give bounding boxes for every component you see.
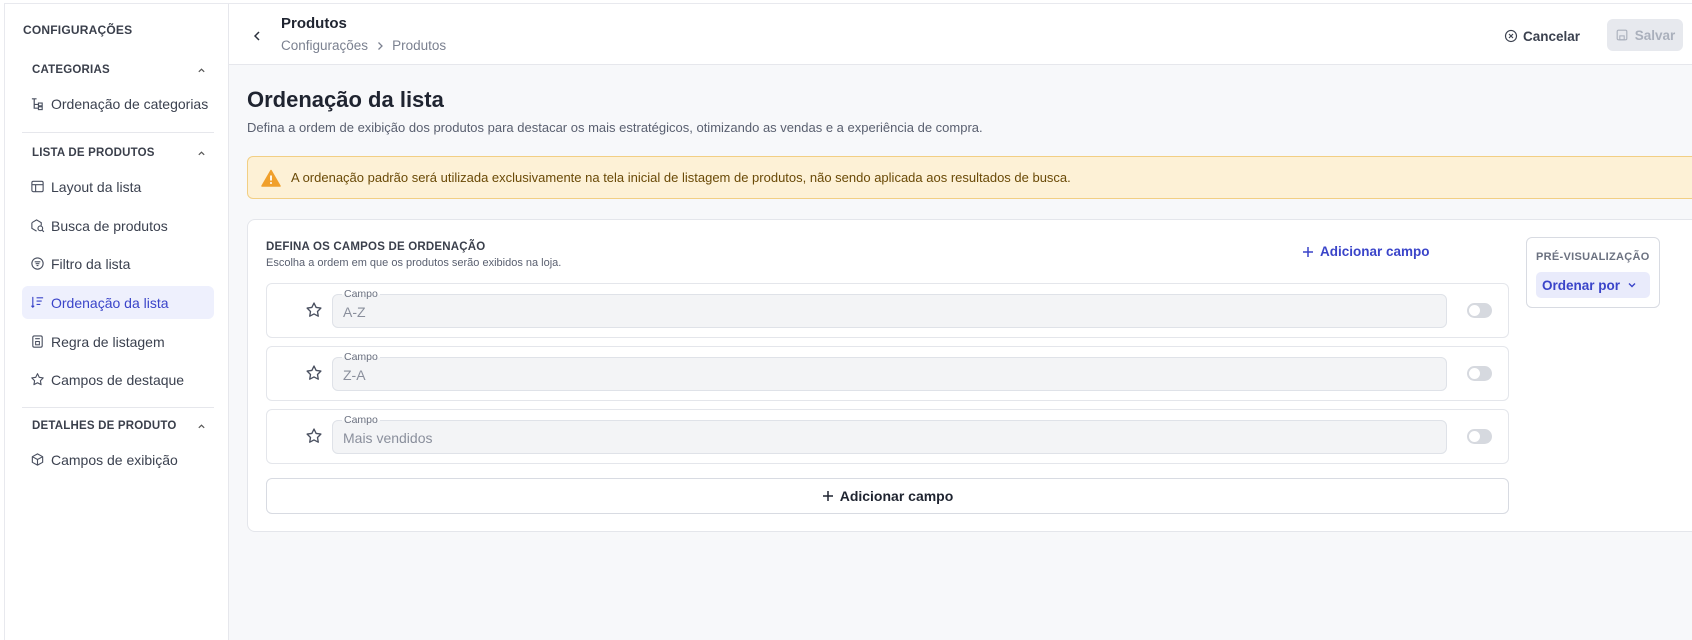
field-label: Campo: [342, 414, 380, 426]
save-label: Salvar: [1634, 27, 1676, 43]
sidebar-item-label: Ordenação de categorias: [51, 95, 209, 112]
rule-icon: [30, 334, 45, 349]
star-icon[interactable]: [305, 364, 323, 382]
sidebar-item-ordenacao-categorias[interactable]: Ordenação de categorias: [22, 87, 214, 120]
plus-icon: [1303, 246, 1313, 257]
sort-field-row[interactable]: Campo Z-A: [266, 346, 1509, 401]
section-categorias[interactable]: CATEGORIAS: [22, 60, 214, 80]
preview-label: PRÉ-VISUALIZAÇÃO: [1536, 251, 1650, 263]
field-toggle[interactable]: [1467, 303, 1492, 318]
section-label: CATEGORIAS: [32, 64, 110, 76]
breadcrumb: Configurações Produtos: [281, 38, 446, 53]
chevron-down-icon: [1628, 283, 1636, 288]
sort-fields-card: DEFINA OS CAMPOS DE ORDENAÇÃO Escolha a …: [247, 219, 1692, 532]
field-select[interactable]: Campo Mais vendidos: [332, 414, 1447, 454]
section-detalhes-de-produto[interactable]: DETALHES DE PRODUTO: [22, 416, 214, 436]
add-field-button[interactable]: Adicionar campo: [266, 478, 1509, 514]
sort-by-dropdown[interactable]: Ordenar por: [1536, 272, 1650, 298]
section-lista-de-produtos[interactable]: LISTA DE PRODUTOS: [22, 143, 214, 163]
box-icon: [30, 452, 45, 467]
card-heading: DEFINA OS CAMPOS DE ORDENAÇÃO: [266, 241, 486, 253]
plus-icon: [822, 491, 833, 501]
divider: [22, 407, 214, 408]
star-icon: [30, 372, 45, 387]
alert-text: A ordenação padrão será utilizada exclus…: [291, 170, 1071, 185]
sort-by-label: Ordenar por: [1542, 277, 1621, 293]
page-title: Ordenação da lista: [247, 87, 444, 112]
field-select[interactable]: Campo Z-A: [332, 351, 1447, 391]
breadcrumb-item-configuracoes[interactable]: Configurações: [281, 38, 368, 53]
sidebar-item-campos-de-exibicao[interactable]: Campos de exibição: [22, 443, 214, 476]
field-value: Z-A: [343, 367, 366, 383]
field-value: Mais vendidos: [343, 430, 433, 446]
layout-icon: [30, 179, 45, 194]
field-toggle[interactable]: [1467, 366, 1492, 381]
app-window: CONFIGURAÇÕES CATEGORIAS Ordenação de ca…: [4, 3, 1692, 640]
search-box-icon: [30, 218, 45, 233]
page-header-title: Produtos: [281, 15, 347, 32]
section-label: DETALHES DE PRODUTO: [32, 420, 177, 432]
filter-icon: [30, 256, 45, 271]
page-description: Defina a ordem de exibição dos produtos …: [247, 120, 983, 135]
chevron-right-icon: [376, 41, 384, 51]
main-content: Produtos Configurações Produtos Cancelar…: [229, 4, 1692, 640]
sidebar-item-ordenacao-da-lista[interactable]: Ordenação da lista: [22, 286, 214, 319]
field-toggle[interactable]: [1467, 429, 1492, 444]
chevron-up-icon: [198, 67, 205, 72]
sidebar-item-label: Regra de listagem: [51, 333, 165, 350]
sidebar-item-label: Campos de exibição: [51, 451, 178, 468]
sidebar-item-campos-de-destaque[interactable]: Campos de destaque: [22, 363, 214, 396]
chevron-left-icon: [253, 31, 260, 41]
sort-field-row[interactable]: Campo Mais vendidos: [266, 409, 1509, 464]
field-value: A-Z: [343, 304, 366, 320]
sidebar-title: CONFIGURAÇÕES: [23, 23, 133, 37]
top-bar: Produtos Configurações Produtos Cancelar…: [229, 4, 1692, 65]
chevron-up-icon: [198, 150, 205, 155]
close-circle-icon: [1504, 29, 1518, 43]
sidebar-item-label: Busca de produtos: [51, 217, 168, 234]
sidebar-item-label: Campos de destaque: [51, 371, 185, 388]
cancel-label: Cancelar: [1522, 28, 1580, 44]
warning-alert: A ordenação padrão será utilizada exclus…: [247, 156, 1692, 199]
preview-panel: PRÉ-VISUALIZAÇÃO Ordenar por: [1526, 237, 1660, 308]
star-icon[interactable]: [305, 301, 323, 319]
sort-tree-icon: [30, 96, 45, 111]
breadcrumb-item-produtos: Produtos: [392, 38, 447, 53]
cancel-button[interactable]: Cancelar: [1504, 24, 1580, 48]
section-label: LISTA DE PRODUTOS: [32, 147, 155, 159]
warning-icon: [261, 169, 281, 187]
divider: [22, 132, 214, 133]
back-button[interactable]: [249, 24, 265, 48]
sidebar-item-label: Filtro da lista: [51, 255, 131, 272]
save-icon: [1616, 29, 1628, 41]
add-field-button-label: Adicionar campo: [839, 488, 954, 504]
add-field-link[interactable]: Adicionar campo: [1302, 244, 1430, 259]
card-subheading: Escolha a ordem em que os produtos serão…: [266, 257, 562, 269]
sidebar-item-layout-da-lista[interactable]: Layout da lista: [22, 170, 214, 203]
sidebar-item-filtro-da-lista[interactable]: Filtro da lista: [22, 247, 214, 280]
sidebar-item-regra-de-listagem[interactable]: Regra de listagem: [22, 325, 214, 358]
sidebar: CONFIGURAÇÕES CATEGORIAS Ordenação de ca…: [5, 4, 229, 640]
sort-field-row[interactable]: Campo A-Z: [266, 283, 1509, 338]
chevron-up-icon: [198, 423, 205, 428]
field-select[interactable]: Campo A-Z: [332, 288, 1447, 328]
save-button[interactable]: Salvar: [1607, 19, 1683, 51]
sidebar-item-label: Ordenação da lista: [51, 294, 169, 311]
add-field-link-label: Adicionar campo: [1320, 244, 1430, 259]
sidebar-item-label: Layout da lista: [51, 178, 142, 195]
sidebar-item-busca-de-produtos[interactable]: Busca de produtos: [22, 209, 214, 242]
star-icon[interactable]: [305, 427, 323, 445]
sort-list-icon: [30, 295, 45, 310]
field-label: Campo: [342, 288, 380, 300]
field-label: Campo: [342, 351, 380, 363]
